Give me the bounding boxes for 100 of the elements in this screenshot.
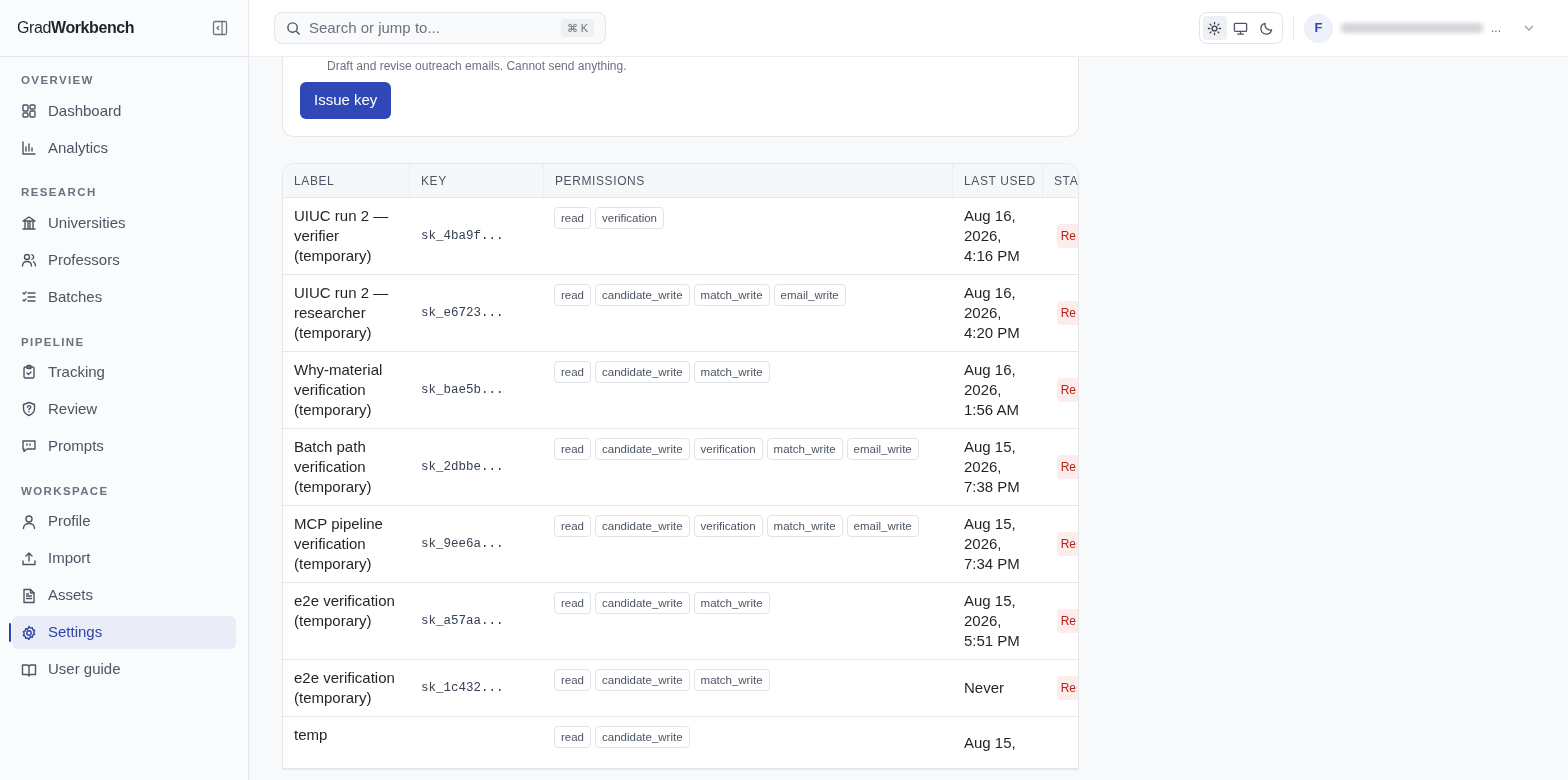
monitor-icon — [1233, 20, 1249, 36]
section-heading: WORKSPACE — [20, 483, 110, 499]
last-used-date: Aug 15, 2026, 5:51 PM — [964, 591, 1021, 651]
permission-tag: candidate_write — [595, 669, 690, 691]
permission-tag: email_write — [846, 438, 919, 460]
column-header: STA — [1054, 172, 1078, 190]
status-badge: Re — [1056, 532, 1078, 556]
column-header: KEY — [421, 172, 447, 190]
permission-tag: match_write — [693, 284, 770, 306]
permission-tag: candidate_write — [595, 438, 690, 460]
settings-icon — [21, 624, 37, 641]
last-used-date: Aug 16, 2026, 4:16 PM — [964, 206, 1021, 266]
users-icon — [21, 252, 37, 268]
checklist-icon — [21, 289, 37, 305]
last-used-date: Aug 15, — [964, 732, 1016, 753]
sidebar-item[interactable]: Tracking — [12, 355, 236, 389]
status-badge: Re — [1056, 378, 1078, 402]
search-icon — [286, 20, 301, 36]
user-icon — [21, 513, 37, 530]
search-field[interactable]: Search or jump to... ⌘ K — [274, 12, 606, 44]
status-badge: Re — [1056, 676, 1078, 700]
permission-tag: verification — [693, 438, 763, 460]
section-heading: RESEARCH — [20, 185, 98, 201]
permission-tag: email_write — [773, 284, 846, 306]
permission-tag: candidate_write — [595, 515, 690, 537]
key-prefix: sk_bae5b... — [421, 381, 504, 399]
permission-tag: match_write — [693, 592, 770, 614]
permission-tag: candidate_write — [595, 361, 690, 383]
issue-key-button[interactable]: Issue key — [300, 82, 392, 119]
sidebar-item[interactable]: Import — [12, 542, 236, 575]
status-badge: Re — [1056, 609, 1078, 633]
sidebar-item[interactable]: User guide — [12, 653, 236, 686]
key-prefix: sk_a57aa... — [421, 612, 504, 630]
key-prefix: sk_e6723... — [421, 304, 504, 322]
key-label: MCP pipeline verification (temporary) — [294, 514, 384, 574]
last-used-date: Aug 15, 2026, 7:38 PM — [964, 437, 1021, 497]
book-icon — [21, 661, 37, 678]
sidebar-toggle-icon[interactable] — [212, 20, 228, 36]
permission-tag: candidate_write — [595, 726, 690, 748]
section-heading: PIPELINE — [20, 334, 86, 350]
column-header: PERMISSIONS — [555, 172, 645, 190]
column-header: LAST USED — [964, 172, 1036, 190]
key-label: UIUC run 2 — researcher (temporary) — [294, 283, 390, 343]
search-placeholder: Search or jump to... — [309, 17, 441, 38]
sidebar-item[interactable]: Assets — [12, 579, 236, 612]
key-label: e2e verification (temporary) — [294, 668, 396, 708]
permission-tag: read — [554, 726, 592, 748]
key-label: temp — [294, 725, 329, 745]
permission-tag: match_write — [693, 361, 770, 383]
permission-tag: verification — [595, 207, 664, 229]
keyboard-shortcut: ⌘ K — [560, 18, 594, 38]
key-label: e2e verification (temporary) — [294, 591, 396, 631]
permission-tag: match_write — [693, 669, 770, 691]
sidebar-item[interactable]: Dashboard — [12, 94, 236, 128]
sidebar-item[interactable]: Universities — [12, 206, 236, 240]
permission-tag: read — [554, 284, 592, 306]
last-used-date: Never — [964, 678, 1004, 698]
sidebar-item[interactable]: Batches — [12, 280, 236, 314]
key-prefix: sk_4ba9f... — [421, 227, 504, 245]
column-header: LABEL — [294, 172, 335, 190]
sidebar-item[interactable]: Analytics — [12, 131, 236, 165]
permission-tag: verification — [693, 515, 763, 537]
permission-tag: match_write — [766, 515, 843, 537]
key-label: UIUC run 2 — verifier (temporary) — [294, 206, 390, 266]
message-icon — [21, 438, 37, 455]
key-prefix: sk_2dbbe... — [421, 458, 504, 476]
permission-tag: candidate_write — [595, 284, 690, 306]
permission-tag: candidate_write — [595, 592, 690, 614]
permission-tag: read — [554, 592, 592, 614]
shield-icon — [21, 401, 37, 418]
permission-tag: match_write — [766, 438, 843, 460]
sidebar-item[interactable]: Review — [12, 392, 236, 426]
status-badge: Re — [1056, 301, 1078, 325]
clipboard-icon — [21, 364, 37, 381]
bar-chart-icon — [21, 139, 37, 156]
section-heading: OVERVIEW — [20, 73, 95, 88]
sun-icon — [1207, 20, 1223, 36]
status-badge: Re — [1056, 455, 1078, 479]
key-prefix: sk_1c432... — [421, 679, 504, 697]
light-theme-button[interactable] — [1203, 16, 1227, 40]
permission-tag: email_write — [846, 515, 919, 537]
permission-tag: read — [554, 361, 592, 383]
last-used-date: Aug 16, 2026, 1:56 AM — [964, 360, 1021, 420]
building-icon — [21, 215, 37, 231]
permission-tag: read — [554, 669, 592, 691]
last-used-date: Aug 16, 2026, 4:20 PM — [964, 283, 1021, 343]
key-prefix: sk_9ee6a... — [421, 535, 504, 553]
grid-icon — [21, 102, 37, 119]
account-menu[interactable]: F ... — [1304, 13, 1535, 43]
document-icon — [21, 587, 37, 604]
key-label: Why-material verification (temporary) — [294, 360, 384, 420]
permission-tag: read — [554, 438, 592, 460]
brand-logo[interactable]: GradWorkbench — [17, 16, 135, 40]
name-ellipsis: ... — [1491, 20, 1501, 37]
moon-icon — [1259, 20, 1275, 36]
status-badge: Re — [1056, 224, 1078, 248]
sidebar-item[interactable]: Prompts — [12, 429, 236, 463]
sidebar-item[interactable]: Settings — [12, 616, 236, 649]
sidebar-item[interactable]: Professors — [12, 243, 236, 277]
sidebar-item[interactable]: Profile — [12, 505, 236, 538]
